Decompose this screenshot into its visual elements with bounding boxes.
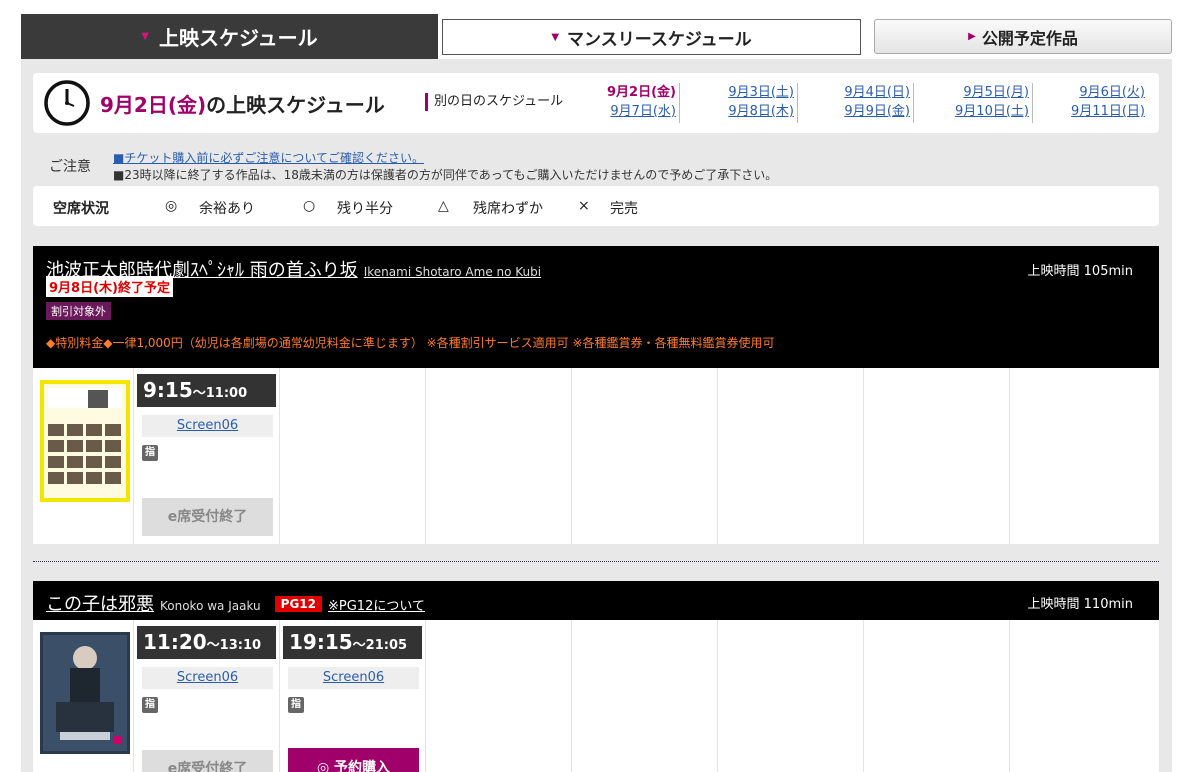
showtime: 11:20 ～13:10 bbox=[137, 626, 276, 659]
day-link-current[interactable]: 9月2日(金) bbox=[588, 83, 676, 102]
triangle-down-icon: ▼ bbox=[551, 31, 560, 43]
end-date-badge: 9月8日(木)終了予定 bbox=[46, 276, 173, 297]
start-time: 19:15 bbox=[289, 630, 353, 654]
day-link[interactable]: 9月5日(月) bbox=[963, 85, 1029, 100]
day-column: 9月5日(月) 9月10日(土) bbox=[914, 83, 1033, 123]
legend-title: 空席状況 bbox=[53, 201, 109, 217]
reserved-seat-icon: 指 bbox=[142, 697, 158, 713]
film-showings: 9:15 ～11:00 Screen06 指 e席受付終了 bbox=[33, 368, 1159, 544]
end-time: ～13:10 bbox=[206, 638, 262, 653]
tab-label: 公開予定作品 bbox=[981, 28, 1078, 48]
showing-slot: 19:15 ～21:05 Screen06 指 ◎ 予約購入 bbox=[279, 620, 425, 772]
film-showings: 11:20 ～13:10 Screen06 指 e席受付終了 19:15 ～21… bbox=[33, 620, 1159, 772]
day-link[interactable]: 9月7日(水) bbox=[610, 104, 676, 119]
legend-label: 残席わずか bbox=[473, 201, 543, 217]
film-romaji: Konoko wa Jaaku bbox=[160, 599, 261, 613]
reserve-purchase-button[interactable]: ◎ 予約購入 bbox=[288, 748, 419, 772]
empty-slot bbox=[571, 620, 717, 772]
film-title-link[interactable]: この子は邪悪 bbox=[46, 594, 154, 615]
discount-badge: 割引対象外 bbox=[46, 302, 111, 320]
current-date: 9月2日(金) bbox=[100, 93, 207, 117]
day-link[interactable]: 9月4日(日) bbox=[844, 85, 910, 100]
showtime: 19:15 ～21:05 bbox=[283, 626, 422, 659]
day-link[interactable]: 9月10日(土) bbox=[955, 104, 1029, 119]
page-title: 9月2日(金)の上映スケジュール bbox=[100, 89, 385, 118]
showing-slot: 11:20 ～13:10 Screen06 指 e席受付終了 bbox=[133, 620, 279, 772]
legend-symbol-icon: ◎ bbox=[165, 198, 178, 214]
end-time: ～11:00 bbox=[192, 386, 248, 401]
film-poster-image[interactable] bbox=[40, 632, 130, 754]
day-column: 9月4日(日) 9月9日(金) bbox=[798, 83, 914, 123]
rating-info-link[interactable]: ※PG12について bbox=[328, 599, 425, 614]
end-time: ～21:05 bbox=[352, 638, 408, 653]
film-header: 池波正太郎時代劇ｽﾍﾟｼｬﾙ 雨の首ふり坂 Ikenami Shotaro Ame… bbox=[33, 246, 1159, 368]
tab-current-schedule[interactable]: ▼ 上映スケジュール bbox=[21, 14, 438, 59]
tab-label: 上映スケジュール bbox=[159, 26, 318, 50]
notice-label: ご注意 bbox=[49, 159, 91, 175]
day-link[interactable]: 9月11日(日) bbox=[1071, 104, 1145, 119]
day-link[interactable]: 9月8日(木) bbox=[728, 104, 794, 119]
day-column: 9月2日(金) 9月7日(水) bbox=[588, 83, 680, 123]
empty-slot bbox=[863, 368, 1009, 544]
notice-link[interactable]: ■チケット購入前に必ずご注意についてご確認ください。 bbox=[113, 149, 424, 166]
day-link[interactable]: 9月3日(土) bbox=[728, 85, 794, 100]
day-link[interactable]: 9月6日(火) bbox=[1079, 85, 1145, 100]
film-poster-image[interactable] bbox=[40, 380, 130, 502]
seat-legend: 空席状況 ◎ 余裕あり ○ 残り半分 △ 残席わずか × 完売 bbox=[33, 186, 1159, 226]
reserved-seat-icon: 指 bbox=[288, 697, 304, 713]
empty-slot bbox=[571, 368, 717, 544]
screen-link[interactable]: Screen06 bbox=[288, 667, 419, 689]
title-suffix: の上映スケジュール bbox=[206, 93, 385, 117]
screen-link[interactable]: Screen06 bbox=[142, 667, 273, 689]
e-seat-closed-button: e席受付終了 bbox=[142, 750, 273, 772]
reserved-seat-icon: 指 bbox=[142, 445, 158, 461]
empty-slot bbox=[863, 620, 1009, 772]
empty-slot bbox=[1009, 620, 1155, 772]
day-selector: 9月2日(金) 9月7日(水) 9月3日(土) 9月8日(木) 9月4日(日) … bbox=[588, 83, 1148, 123]
schedule-tabs: ▼ 上映スケジュール ▼ マンスリースケジュール ▶ 公開予定作品 bbox=[21, 14, 1173, 59]
notice-section: ご注意 ■チケット購入前に必ずご注意についてご確認ください。 ■23時以降に終了… bbox=[33, 149, 1159, 183]
film-divider bbox=[33, 561, 1159, 562]
empty-slot bbox=[425, 368, 571, 544]
empty-slot bbox=[1009, 368, 1155, 544]
empty-slot bbox=[717, 620, 863, 772]
legend-label: 残り半分 bbox=[337, 201, 393, 217]
film-runtime: 上映時間 105min bbox=[1027, 264, 1133, 279]
notice-text: ■23時以降に終了する作品は、18歳未満の方は保護者の方が同伴であってもご購入い… bbox=[113, 168, 778, 182]
other-days-label: 別の日のスケジュール bbox=[425, 93, 563, 111]
film-romaji: Ikenami Shotaro Ame no Kubi bbox=[363, 265, 542, 279]
schedule-panel: 9月2日(金)の上映スケジュール 別の日のスケジュール 9月2日(金) 9月7日… bbox=[21, 59, 1172, 772]
film-header: この子は邪悪 Konoko wa Jaaku PG12 ※PG12について 上映時間 … bbox=[33, 581, 1159, 620]
day-column: 9月3日(土) 9月8日(木) bbox=[680, 83, 798, 123]
film-title-row: この子は邪悪 Konoko wa Jaaku PG12 ※PG12について bbox=[46, 590, 425, 616]
empty-slot bbox=[279, 368, 425, 544]
price-note: ◆特別料金◆一律1,000円（幼児は各劇場の通常幼児料金に準じます） ※各種割引… bbox=[46, 336, 775, 350]
tab-label: マンスリースケジュール bbox=[567, 29, 752, 50]
start-time: 11:20 bbox=[143, 630, 207, 654]
legend-label: 余裕あり bbox=[199, 201, 255, 217]
day-column: 9月6日(火) 9月11日(日) bbox=[1033, 83, 1145, 123]
showtime: 9:15 ～11:00 bbox=[137, 374, 276, 407]
legend-symbol-icon: × bbox=[578, 198, 590, 214]
showing-slot: 9:15 ～11:00 Screen06 指 e席受付終了 bbox=[133, 368, 279, 544]
tab-monthly-schedule[interactable]: ▼ マンスリースケジュール bbox=[442, 19, 861, 55]
film-runtime: 上映時間 110min bbox=[1027, 597, 1133, 612]
start-time: 9:15 bbox=[143, 378, 193, 402]
date-header: 9月2日(金)の上映スケジュール 別の日のスケジュール 9月2日(金) 9月7日… bbox=[33, 73, 1159, 133]
tab-upcoming-films[interactable]: ▶ 公開予定作品 bbox=[874, 19, 1172, 54]
screen-link[interactable]: Screen06 bbox=[142, 415, 273, 437]
legend-label: 完売 bbox=[610, 201, 638, 217]
legend-symbol-icon: △ bbox=[438, 198, 449, 214]
empty-slot bbox=[425, 620, 571, 772]
triangle-down-icon: ▼ bbox=[141, 31, 150, 42]
triangle-right-icon: ▶ bbox=[968, 31, 976, 42]
empty-slot bbox=[717, 368, 863, 544]
day-link[interactable]: 9月9日(金) bbox=[844, 104, 910, 119]
film-title: この子は邪悪 bbox=[46, 594, 154, 615]
legend-symbol-icon: ○ bbox=[303, 198, 316, 214]
clock-icon bbox=[44, 80, 90, 126]
e-seat-closed-button: e席受付終了 bbox=[142, 498, 273, 536]
rating-badge: PG12 bbox=[274, 596, 322, 612]
